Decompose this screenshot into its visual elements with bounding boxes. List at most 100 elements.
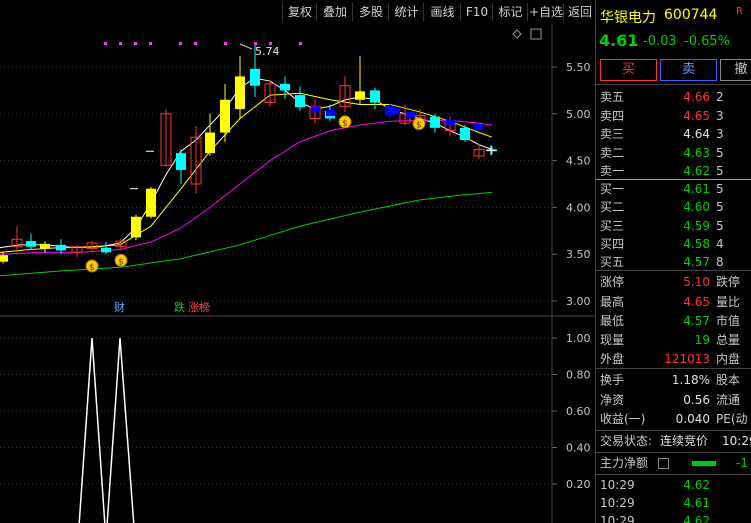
ask-row: 卖二 4.63 5 (596, 143, 751, 163)
bid-row: 买三 4.59 5 (596, 216, 751, 236)
ask-row: 卖三 4.64 3 (596, 124, 751, 144)
tick-row: 10:29 4.61 (596, 493, 751, 513)
ask-label: 卖五 (600, 90, 625, 104)
window-icon (530, 28, 542, 40)
money-sign: $ (118, 257, 124, 267)
badge-zhangbang: 涨榜 (188, 300, 210, 314)
main-net-row: 主力净额 -1 (596, 453, 751, 473)
bid-tail: 5 (716, 218, 724, 233)
tick-row: 10:29 4.62 (596, 475, 751, 495)
indicator-tick-label: 0.60 (566, 405, 591, 418)
bid-tail: 4 (716, 236, 724, 251)
toolbar-button-3[interactable]: 统计 (388, 3, 424, 21)
stat-row: 最低 4.57 市值 (596, 311, 751, 331)
toolbar-button-6[interactable]: 标记 (492, 3, 528, 21)
high-price-label: 5.74 (255, 45, 280, 58)
chart-toolbar: 复权 叠加 多股 统计 画线 F10 标记 +自选 返回 (0, 0, 595, 24)
net-bar (692, 461, 716, 466)
stat2-value: 0.56 (683, 392, 710, 407)
expand-icon[interactable] (658, 458, 669, 469)
sell-button[interactable]: 卖 (660, 59, 717, 81)
toolbar-button-0[interactable]: 复权 (282, 3, 317, 21)
trade-status-time: 10:29 (722, 434, 751, 448)
current-price: 4.61 (599, 31, 639, 50)
price-axis-labels: 5.50 5.00 4.50 4.00 3.50 3.00 1.00 0.80 0.60 0.40… (566, 61, 591, 491)
candle-body (131, 216, 141, 238)
ask-tail: 5 (716, 164, 724, 178)
ask-tail: 2 (716, 90, 724, 104)
toolbar-button-1[interactable]: 叠加 (316, 3, 353, 21)
buy-button[interactable]: 买 (600, 59, 657, 81)
bid-tail: 8 (716, 255, 724, 270)
ma10-line (0, 92, 493, 253)
stat-row: 涨停 5.10 跌停 (596, 272, 751, 292)
money-sign: $ (416, 121, 422, 131)
stock-name: 华银电力 (600, 10, 656, 26)
bid-tail: 5 (716, 182, 724, 196)
signal-dot (194, 42, 197, 45)
tick-label: 10:29 (600, 496, 635, 510)
main-net-value: -1 (736, 456, 748, 470)
candle-body (220, 99, 230, 133)
main-grid (0, 66, 557, 302)
diamond-icon (512, 29, 522, 39)
bid-label: 买四 (600, 236, 625, 251)
price-tick-label: 5.00 (566, 108, 591, 121)
signal-dot (104, 42, 107, 45)
candle-body (406, 111, 415, 118)
ask-tail: 5 (716, 145, 724, 160)
tick-label: 10:29 (600, 478, 635, 492)
toolbar-button-8[interactable]: 返回 (563, 3, 596, 21)
ask-tail: 3 (716, 127, 724, 141)
ask-value: 4.65 (683, 108, 710, 123)
candle-body (460, 127, 470, 141)
toolbar-button-7[interactable]: +自选 (527, 3, 564, 21)
tick-value: 4.62 (683, 478, 710, 492)
candle-body (430, 116, 440, 128)
ask-value: 4.62 (683, 164, 710, 178)
bid-label: 买二 (600, 200, 625, 215)
money-sign: $ (89, 263, 95, 273)
signal-dot (299, 42, 302, 45)
bid-value: 4.59 (683, 218, 710, 233)
toolbar-button-2[interactable]: 多股 (352, 3, 389, 21)
stat2-label: 净资 (600, 392, 625, 407)
high-pointer (239, 43, 253, 50)
cancel-order-button[interactable]: 撤 (720, 59, 751, 81)
ask-value: 4.63 (683, 145, 710, 160)
ask-label: 卖三 (600, 127, 625, 141)
stat2-label: 换手 (600, 373, 625, 387)
candle-body (295, 95, 305, 108)
main-net-label: 主力净额 (600, 456, 649, 470)
indicator-tick-label: 1.00 (566, 332, 591, 345)
indicator-tick-label: 0.20 (566, 478, 591, 491)
toolbar-button-5[interactable]: F10 (460, 3, 493, 21)
ask-row: 卖一 4.62 5 (596, 161, 751, 181)
stat-label: 现量 (600, 333, 625, 347)
kline-chart-area: 5.74 $ $ $ $ 财 跌涨榜 5.50 5.00 4.50 4.00 3.50 3.00 1.0… (0, 24, 595, 523)
tick-value: 4.61 (683, 496, 710, 510)
ask-tail: 3 (716, 108, 724, 123)
stat2-row: 收益(一) 0.040 PE(动 (596, 409, 751, 429)
badge-die: 跌 (174, 300, 185, 314)
money-sign: $ (342, 119, 348, 129)
stat2-value: 0.040 (675, 412, 710, 426)
stat-tail: 跌停 (716, 275, 741, 289)
moving-average-lines (0, 77, 493, 277)
stat-row: 最高 4.65 量比 (596, 292, 751, 312)
price-tick-label: 4.50 (566, 155, 591, 168)
toolbar-button-4[interactable]: 画线 (423, 3, 461, 21)
indicator-tick-label: 0.40 (566, 442, 591, 455)
candle-body (326, 110, 335, 117)
candle-body (280, 83, 290, 91)
price-tick-label: 3.00 (566, 295, 591, 308)
indicator-tick-label: 0.80 (566, 369, 591, 382)
stat-value: 5.10 (683, 275, 710, 289)
ma60-line (0, 191, 493, 277)
tick-label: 10:29 (600, 514, 635, 523)
stat2-tail: PE(动 (716, 412, 748, 426)
ask-value: 4.64 (683, 127, 710, 141)
bid-row: 买五 4.57 8 (596, 252, 751, 272)
candle-body (56, 244, 66, 251)
tick-value: 4.62 (683, 514, 710, 523)
